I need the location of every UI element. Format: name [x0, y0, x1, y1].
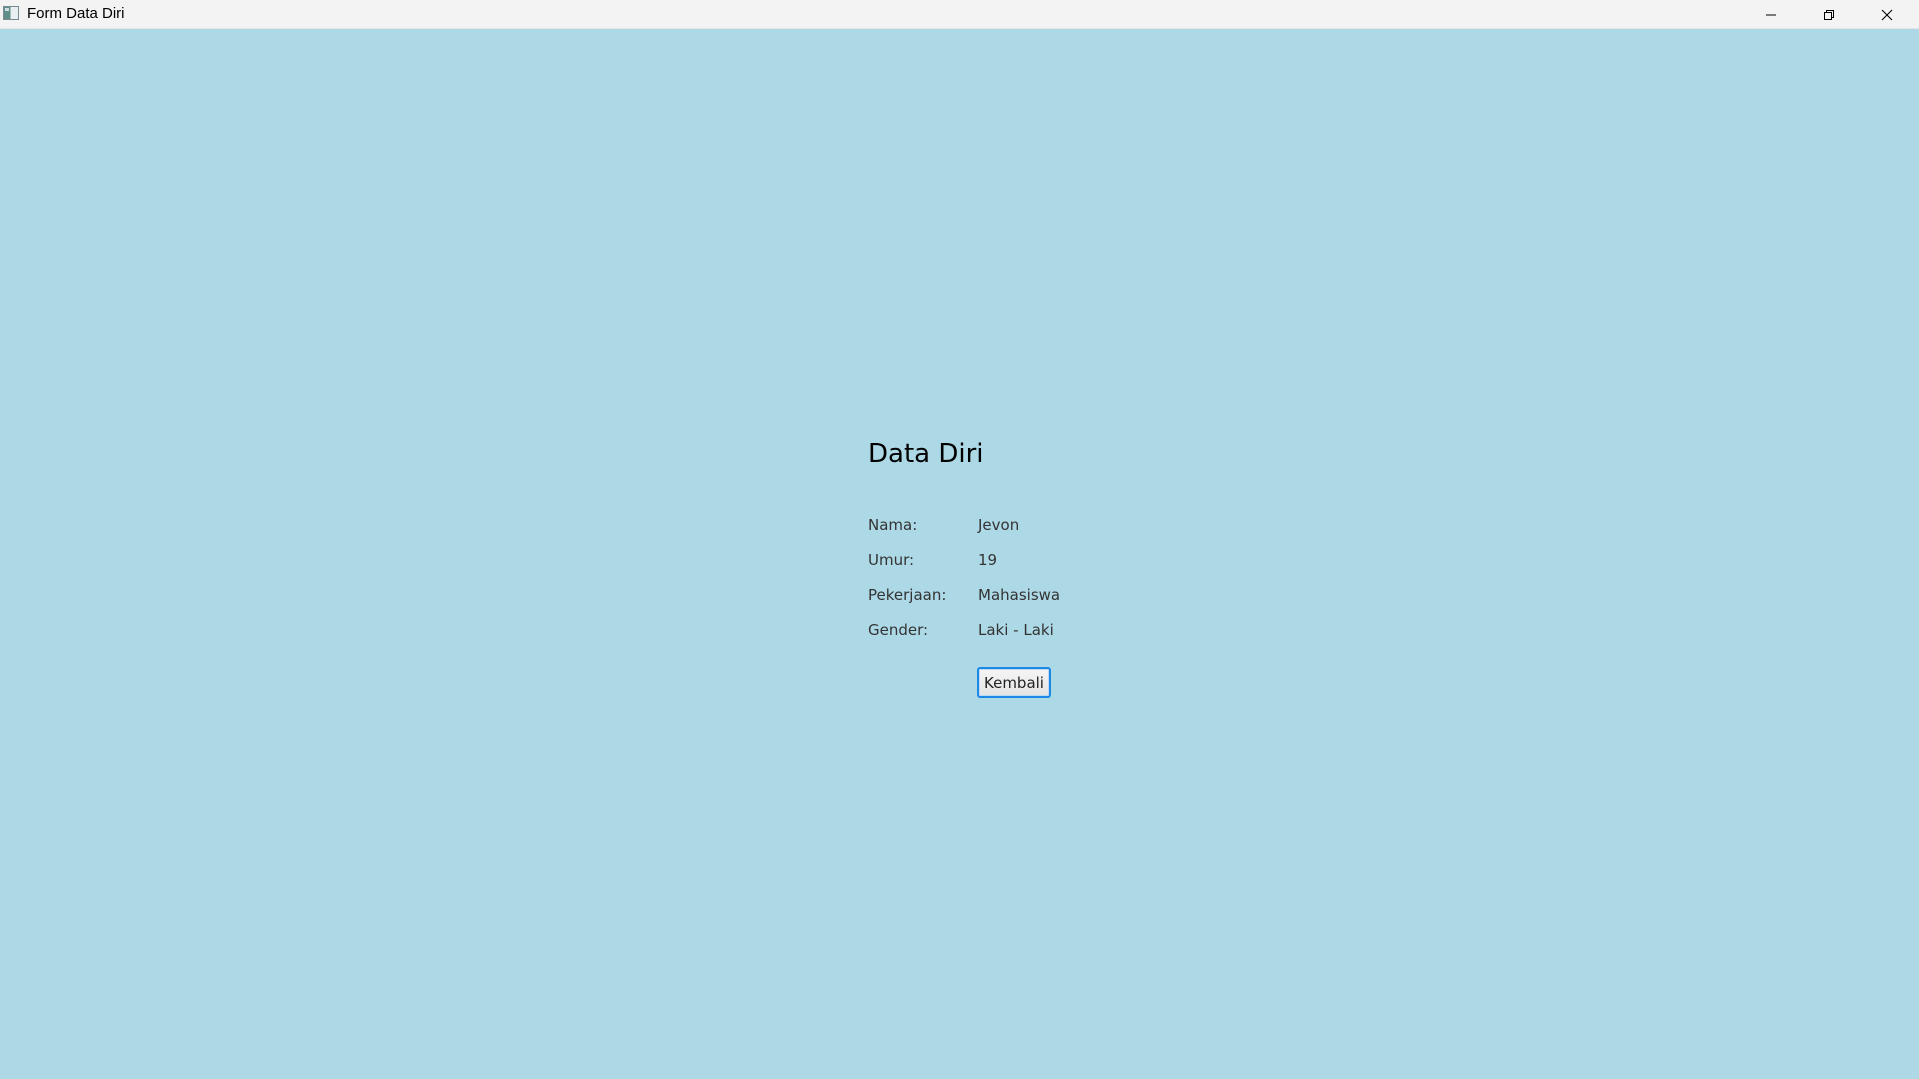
field-value-nama: Jevon	[978, 516, 1020, 534]
app-window: Form Data Diri Data Diri Nama: Jevon Umu…	[0, 0, 1919, 1079]
minimize-icon	[1766, 14, 1776, 15]
restore-button[interactable]	[1800, 0, 1858, 29]
field-label-gender: Gender:	[868, 621, 929, 639]
close-icon	[1881, 9, 1893, 20]
title-bar[interactable]: Form Data Diri	[0, 0, 1919, 29]
app-icon	[3, 6, 19, 20]
field-value-gender: Laki - Laki	[978, 621, 1054, 639]
field-label-umur: Umur:	[868, 551, 915, 569]
field-label-pekerjaan: Pekerjaan:	[868, 586, 947, 604]
minimize-button[interactable]	[1742, 0, 1800, 29]
field-label-nama: Nama:	[868, 516, 918, 534]
restore-icon	[1824, 9, 1834, 20]
page-title: Data Diri	[868, 439, 984, 469]
kembali-button[interactable]: Kembali	[977, 667, 1051, 698]
content-area: Data Diri Nama: Jevon Umur: 19 Pekerjaan…	[0, 30, 1919, 1079]
close-button[interactable]	[1858, 0, 1916, 29]
field-value-umur: 19	[978, 551, 998, 569]
field-value-pekerjaan: Mahasiswa	[978, 586, 1061, 604]
window-title: Form Data Diri	[27, 5, 125, 22]
